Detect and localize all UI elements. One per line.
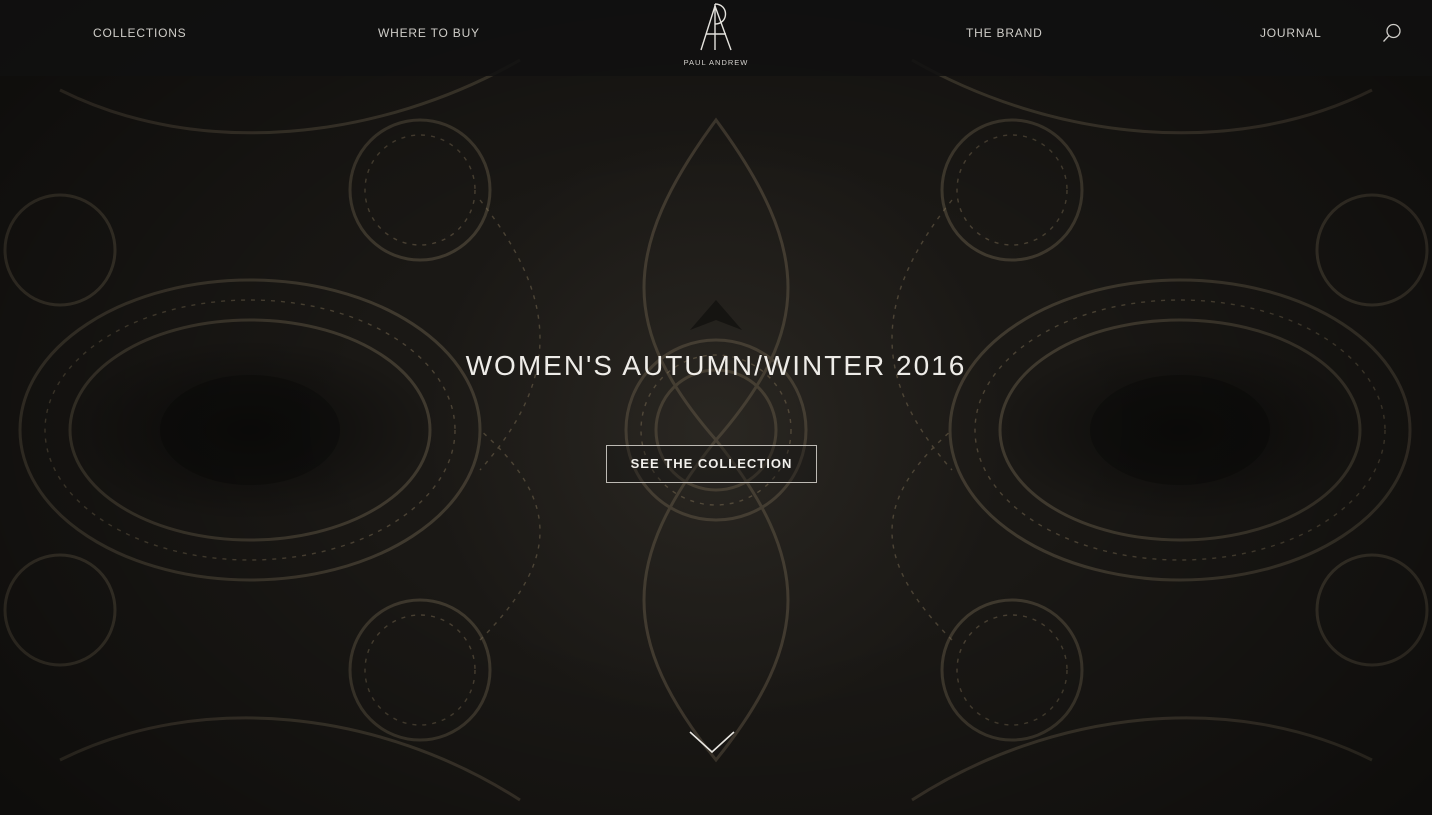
- hero-section: WOMEN'S AUTUMN/WINTER 2016 SEE THE COLLE…: [0, 0, 1432, 815]
- nav-link-journal[interactable]: JOURNAL: [1260, 26, 1322, 40]
- hero-vignette: [0, 0, 1432, 815]
- chevron-down-icon[interactable]: [689, 730, 735, 754]
- see-collection-button[interactable]: SEE THE COLLECTION: [606, 445, 817, 483]
- pa-monogram-logo: [700, 3, 732, 51]
- hero-title: WOMEN'S AUTUMN/WINTER 2016: [465, 350, 967, 381]
- nav-link-the-brand[interactable]: THE BRAND: [966, 26, 1043, 40]
- search-icon[interactable]: [1382, 23, 1402, 43]
- top-navigation-bar: COLLECTIONS WHERE TO BUY PAUL ANDREW THE…: [0, 0, 1432, 76]
- brand-name: PAUL ANDREW: [683, 58, 749, 67]
- brand-logo[interactable]: PAUL ANDREW: [676, 2, 756, 70]
- nav-link-collections[interactable]: COLLECTIONS: [93, 26, 187, 40]
- nav-link-where-to-buy[interactable]: WHERE TO BUY: [378, 26, 480, 40]
